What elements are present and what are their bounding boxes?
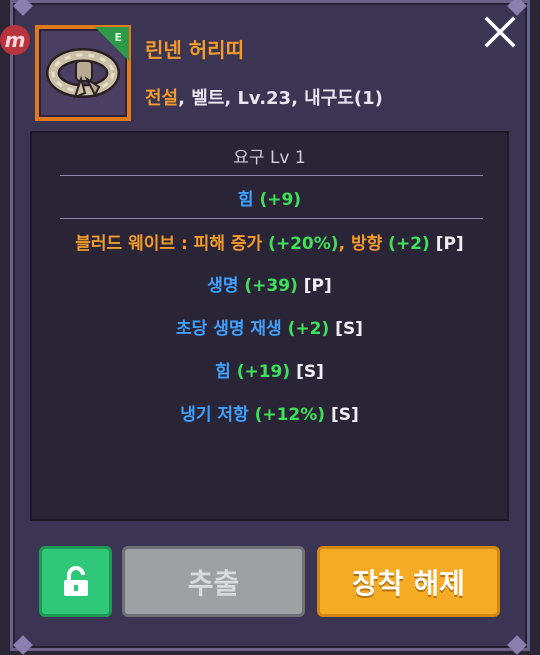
option-row: 생명 (+39) [P] xyxy=(32,271,507,296)
set-effect-name: 블러드 웨이브 : 피해 증가 xyxy=(75,234,263,254)
stat-value: (+39) xyxy=(244,276,298,296)
stat-value: (+2) xyxy=(287,319,330,339)
stat-name: 힘 xyxy=(215,362,231,382)
stat-tag: [P] xyxy=(435,234,464,254)
set-effect-mid: , 방향 xyxy=(338,234,383,254)
close-button[interactable] xyxy=(482,14,518,50)
divider xyxy=(60,175,483,176)
item-icon-slot: E xyxy=(39,27,129,117)
frame-corner xyxy=(13,635,33,655)
stat-tag: [S] xyxy=(331,405,359,425)
stat-tag: [S] xyxy=(335,319,363,339)
stat-name: 힘 xyxy=(237,190,254,210)
stat-box: 요구 Lv 1 힘 (+9) 블러드 웨이브 : 피해 증가 (+20%), 방… xyxy=(30,131,509,521)
base-stat: 힘 (+9) xyxy=(32,185,507,210)
set-effect: 블러드 웨이브 : 피해 증가 (+20%), 방향 (+2) [P] xyxy=(32,229,507,254)
divider xyxy=(60,218,483,219)
option-row: 힘 (+19) [S] xyxy=(32,357,507,382)
option-row: 냉기 저항 (+12%) [S] xyxy=(32,400,507,425)
required-level: 요구 Lv 1 xyxy=(233,148,306,168)
grade-letter: E xyxy=(114,31,122,44)
stat-tag: [P] xyxy=(303,276,332,296)
extract-button[interactable]: 추출 xyxy=(122,546,305,617)
stat-value: (+20%) xyxy=(268,234,339,254)
watermark-logo: m xyxy=(0,25,30,55)
unlocked-padlock-icon xyxy=(63,565,88,596)
unequip-button[interactable]: 장착 해제 xyxy=(317,546,500,617)
stat-value: (+12%) xyxy=(254,405,326,425)
frame-corner xyxy=(507,635,527,655)
item-info-rest: , 벨트, Lv.23, 내구도(1) xyxy=(178,88,383,109)
lock-button[interactable] xyxy=(39,546,112,617)
stat-name: 냉기 저항 xyxy=(180,405,249,425)
item-rarity: 전설 xyxy=(145,88,179,109)
item-icon-frame: E xyxy=(35,25,131,121)
item-name: 린넨 허리띠 xyxy=(145,38,244,62)
option-row: 초당 생명 재생 (+2) [S] xyxy=(32,314,507,339)
item-info: 전설, 벨트, Lv.23, 내구도(1) xyxy=(145,84,383,110)
stat-value: (+2) xyxy=(388,234,430,254)
stat-tag: [S] xyxy=(296,362,324,382)
stat-value: (+19) xyxy=(236,362,291,382)
stat-name: 초당 생명 재생 xyxy=(176,319,282,339)
frame-corner xyxy=(13,0,33,16)
close-icon xyxy=(484,16,516,48)
stat-name: 생명 xyxy=(207,276,239,296)
stat-value: (+9) xyxy=(259,190,302,210)
